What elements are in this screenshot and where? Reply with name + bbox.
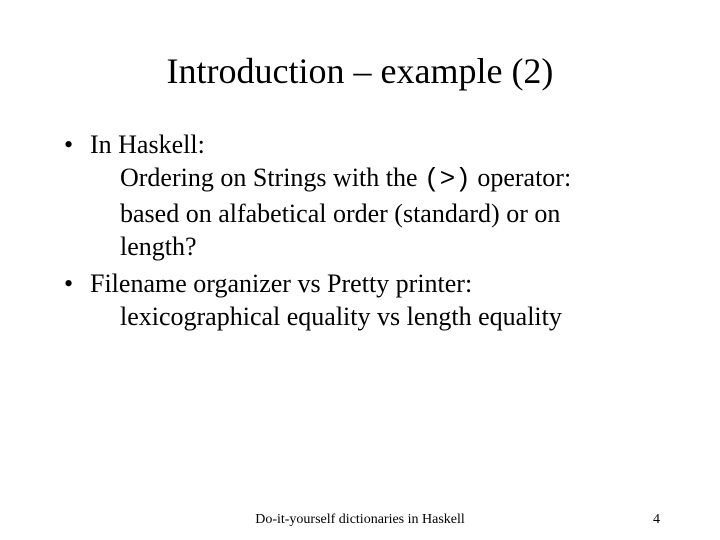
code-operator: (>): [424, 164, 471, 194]
bullet-item: Filename organizer vs Pretty printer: le…: [60, 267, 660, 334]
slide-body: In Haskell: Ordering on Strings with the…: [60, 128, 660, 334]
bullet-text: In Haskell:: [90, 130, 205, 159]
bullet-continuation: length?: [90, 230, 660, 263]
page-number: 4: [653, 512, 660, 528]
bullet-continuation: Ordering on Strings with the (>) operato…: [90, 161, 660, 196]
footer-title: Do-it-yourself dictionaries in Haskell: [255, 512, 465, 528]
slide: Introduction – example (2) In Haskell: O…: [0, 0, 720, 540]
slide-title: Introduction – example (2): [60, 50, 660, 92]
bullet-text: Filename organizer vs Pretty printer:: [90, 269, 472, 298]
bullet-continuation: lexicographical equality vs length equal…: [90, 300, 660, 333]
bullet-list: In Haskell: Ordering on Strings with the…: [60, 128, 660, 334]
bullet-continuation: based on alfabetical order (standard) or…: [90, 197, 660, 230]
bullet-item: In Haskell: Ordering on Strings with the…: [60, 128, 660, 263]
text-fragment: operator:: [471, 163, 571, 192]
text-fragment: Ordering on Strings with the: [120, 163, 424, 192]
